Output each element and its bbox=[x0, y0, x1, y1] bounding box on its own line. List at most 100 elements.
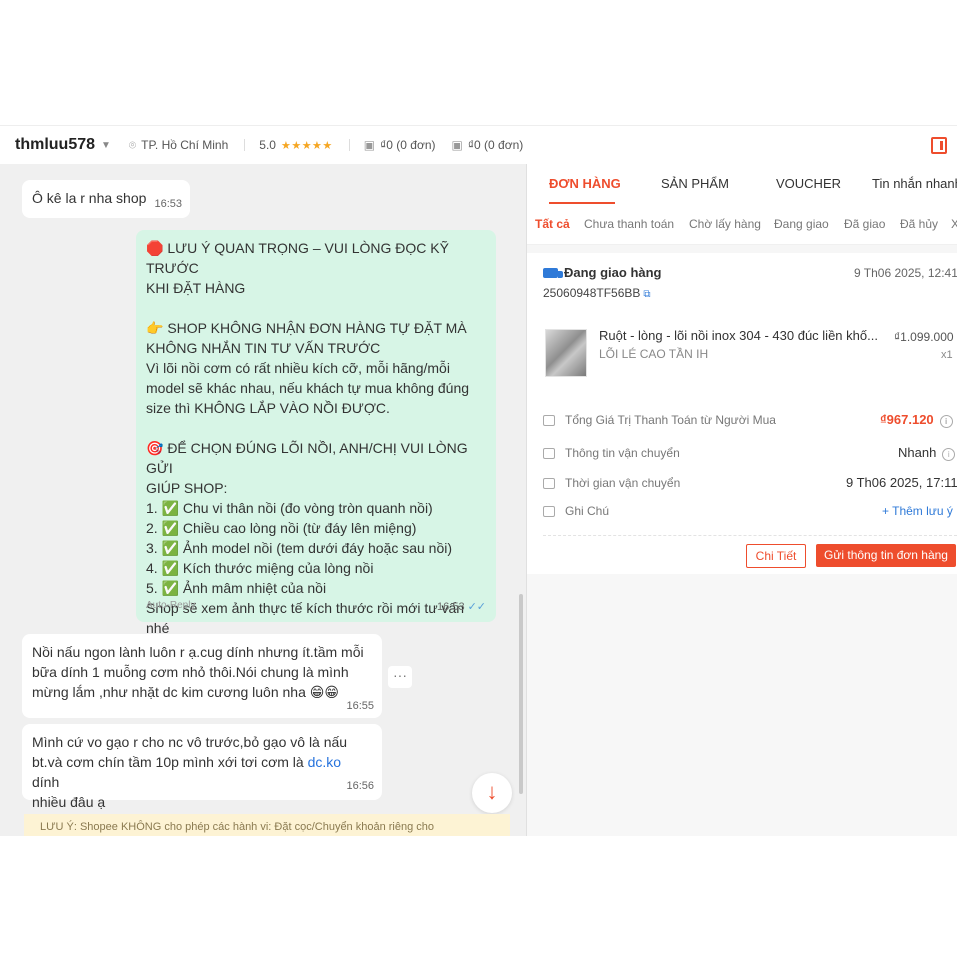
tab-vouchers[interactable]: VOUCHER bbox=[776, 176, 841, 191]
orders-cancelled: ▣ ₫0 (0 đơn) bbox=[452, 138, 524, 152]
order-status: Đang giao hàng bbox=[543, 265, 662, 280]
message-line: 2. ✅ Chiều cao lòng nồi (từ đáy lên miện… bbox=[146, 520, 417, 536]
total-payment-row: Tổng Giá Trị Thanh Toán từ Người Mua bbox=[543, 413, 776, 427]
message-line: 🛑 LƯU Ý QUAN TRỌNG – VUI LÒNG ĐỌC KỸ TRƯ… bbox=[146, 240, 449, 276]
note-row: Ghi Chú bbox=[543, 504, 609, 518]
message-line: model sẽ khác nhau, nếu khách tự mua khô… bbox=[146, 380, 470, 396]
tab-products[interactable]: SẢN PHẨM bbox=[661, 176, 729, 191]
scroll-down-button[interactable]: ↓ bbox=[472, 773, 512, 813]
orders-cancelled-text: ₫0 (0 đơn) bbox=[467, 138, 524, 152]
buyer-location: ⌾ TP. Hồ Chí Minh bbox=[129, 138, 228, 153]
chat-messages[interactable]: Ô kê la r nha shop 16:53 🛑 LƯU Ý QUAN TR… bbox=[0, 164, 526, 836]
buyer-rating: 5.0 ★★★★★ bbox=[259, 138, 333, 152]
message-line: 1. ✅ Chu vi thân nồi (đo vòng tròn quanh… bbox=[146, 500, 433, 516]
order-panel: ĐƠN HÀNG SẢN PHẨM VOUCHER Tin nhắn nhanh… bbox=[527, 164, 957, 836]
orders-success: ▣ ₫0 (0 đơn) bbox=[364, 138, 436, 152]
tab-orders[interactable]: ĐƠN HÀNG bbox=[549, 176, 621, 191]
product-thumbnail[interactable] bbox=[545, 329, 587, 377]
filter-to-ship[interactable]: Chờ lấy hàng bbox=[689, 217, 761, 231]
divider bbox=[543, 535, 957, 536]
shipping-info-row: Thông tin vận chuyển bbox=[543, 446, 680, 460]
message-line: Vì lõi nồi cơm có rất nhiều kích cỡ, mỗi… bbox=[146, 360, 450, 376]
message-line bbox=[146, 418, 486, 438]
shipping-info-label: Thông tin vận chuyển bbox=[565, 446, 680, 460]
filter-delivered[interactable]: Đã giao bbox=[844, 217, 885, 231]
message-line: size thì KHÔNG LẮP VÀO NỒI ĐƯỢC. bbox=[146, 400, 390, 416]
add-note-link[interactable]: + Thêm lưu ý bbox=[882, 504, 953, 518]
message-text: Mình cứ vo gạo r cho nc vô trước,bỏ gạo … bbox=[32, 732, 372, 812]
auto-reply-text: 🛑 LƯU Ý QUAN TRỌNG – VUI LÒNG ĐỌC KỸ TRƯ… bbox=[146, 238, 486, 658]
incoming-message: Nồi nấu ngon lành luôn r ạ.cug dính nhưn… bbox=[22, 634, 382, 718]
order-status-text: Đang giao hàng bbox=[564, 265, 662, 280]
filter-shipping[interactable]: Đang giao bbox=[774, 217, 829, 231]
shipping-time-value: 9 Th06 2025, 17:11 bbox=[846, 475, 957, 490]
tab-quick-messages[interactable]: Tin nhắn nhanh bbox=[872, 176, 957, 191]
message-text: Ô kê la r nha shop bbox=[32, 190, 147, 206]
truck-icon bbox=[543, 267, 563, 278]
star-rating-icon: ★★★★★ bbox=[280, 139, 333, 152]
order-status-filter: Tất cả Chưa thanh toán Chờ lấy hàng Đang… bbox=[527, 204, 957, 245]
message-line: bt.và cơm chín tầm 10p mình xới tơi cơm … bbox=[32, 752, 372, 792]
incoming-message: Mình cứ vo gạo r cho nc vô trước,bỏ gạo … bbox=[22, 724, 382, 810]
product-name[interactable]: Ruột - lòng - lõi nồi inox 304 - 430 đúc… bbox=[599, 328, 878, 343]
total-amount: ₫967.120 bbox=[880, 412, 934, 427]
filter-cancelled[interactable]: Đã hủy bbox=[900, 217, 938, 231]
order-id-text: 25060948TF56BB bbox=[543, 286, 641, 300]
message-line: KHI ĐẶT HÀNG bbox=[146, 280, 246, 296]
filter-all[interactable]: Tất cả bbox=[535, 217, 570, 231]
panel-tabs: ĐƠN HÀNG SẢN PHẨM VOUCHER Tin nhắn nhanh bbox=[527, 164, 957, 204]
note-label: Ghi Chú bbox=[565, 504, 610, 518]
orders-success-text: ₫0 (0 đơn) bbox=[380, 138, 436, 152]
message-link[interactable]: dc.ko bbox=[308, 754, 341, 770]
total-payment-value: ₫967.120 i bbox=[880, 412, 953, 428]
send-order-info-button[interactable]: Gửi thông tin đơn hàng bbox=[816, 544, 956, 567]
chat-header: thmluu578 ▼ ⌾ TP. Hồ Chí Minh 5.0 ★★★★★ … bbox=[0, 125, 957, 165]
message-line: KHÔNG NHẮN TIN TƯ VẤN TRƯỚC bbox=[146, 340, 381, 356]
location-text: TP. Hồ Chí Minh bbox=[141, 138, 229, 152]
chevron-down-icon[interactable]: ▼ bbox=[101, 140, 111, 151]
panel-toggle-icon[interactable] bbox=[931, 137, 947, 154]
message-text: Nồi nấu ngon lành luôn r ạ.cug dính nhưn… bbox=[32, 642, 372, 702]
shipping-time-row: Thời gian vận chuyển bbox=[543, 476, 680, 490]
message-line: 5. ✅ Ảnh mâm nhiệt của nồi bbox=[146, 580, 327, 596]
message-line: GIÚP SHOP: bbox=[146, 480, 228, 496]
total-payment-label: Tổng Giá Trị Thanh Toán từ Người Mua bbox=[565, 413, 776, 427]
panel-empty-area bbox=[527, 574, 957, 836]
order-date: 9 Th06 2025, 12:41 bbox=[854, 266, 957, 280]
buyer-username[interactable]: thmluu578 bbox=[15, 136, 95, 154]
order-id: 25060948TF56BB ⧉ bbox=[543, 286, 651, 300]
message-time: 16:56 bbox=[346, 780, 374, 792]
filter-more-arrow[interactable]: X bbox=[951, 217, 957, 231]
clipboard-cancel-icon: ▣ bbox=[451, 138, 463, 152]
order-detail-button[interactable]: Chi Tiết bbox=[746, 544, 806, 568]
section-spacer bbox=[527, 245, 957, 253]
product-price: ₫1.099.000 bbox=[894, 330, 954, 344]
auto-reply-message: 🛑 LƯU Ý QUAN TRỌNG – VUI LÒNG ĐỌC KỸ TRƯ… bbox=[136, 230, 496, 656]
message-time-status: 16:53 ✓✓ bbox=[437, 597, 486, 617]
shipping-info-value: Nhanh i bbox=[898, 445, 956, 461]
filter-unpaid[interactable]: Chưa thanh toán bbox=[584, 217, 674, 231]
message-line: mừng lắm ,như nhặt dc kim cương luôn nha… bbox=[32, 684, 339, 700]
chat-scrollbar[interactable] bbox=[519, 594, 523, 794]
product-quantity: x1 bbox=[941, 349, 953, 361]
shipping-method: Nhanh bbox=[898, 445, 937, 460]
message-line: Shop sẽ xem ảnh thực tế kích thước rồi m… bbox=[146, 600, 465, 636]
info-icon[interactable]: i bbox=[942, 448, 956, 461]
message-segment: bt.và cơm chín tầm 10p mình xới tơi cơm … bbox=[32, 754, 308, 770]
message-line: Mình cứ vo gạo r cho nc vô trước,bỏ gạo … bbox=[32, 734, 348, 750]
copy-icon[interactable]: ⧉ bbox=[643, 289, 650, 300]
divider bbox=[348, 139, 350, 151]
message-line: 3. ✅ Ảnh model nồi (tem dưới đáy hoặc sa… bbox=[146, 540, 453, 556]
message-time: 16:55 bbox=[346, 700, 374, 712]
read-check-icon: ✓✓ bbox=[467, 601, 486, 613]
note-icon bbox=[543, 505, 555, 517]
product-variant: LÕI LÉ CAO TẦN IH bbox=[599, 347, 709, 361]
divider bbox=[244, 139, 246, 151]
message-line: 🎯 ĐỂ CHỌN ĐÚNG LÕI NỒI, ANH/CHỊ VUI LÒNG… bbox=[146, 440, 468, 476]
message-line: bữa dính 1 muỗng cơm nhỏ thôi.Nói chung … bbox=[32, 664, 349, 680]
info-icon[interactable]: i bbox=[939, 415, 953, 428]
message-more-button[interactable]: ··· bbox=[388, 666, 412, 688]
message-segment: dính bbox=[32, 774, 60, 790]
message-line: 👉 SHOP KHÔNG NHẬN ĐƠN HÀNG TỰ ĐẶT MÀ bbox=[146, 320, 467, 336]
message-line: 4. ✅ Kích thước miệng của lòng nồi bbox=[146, 560, 374, 576]
